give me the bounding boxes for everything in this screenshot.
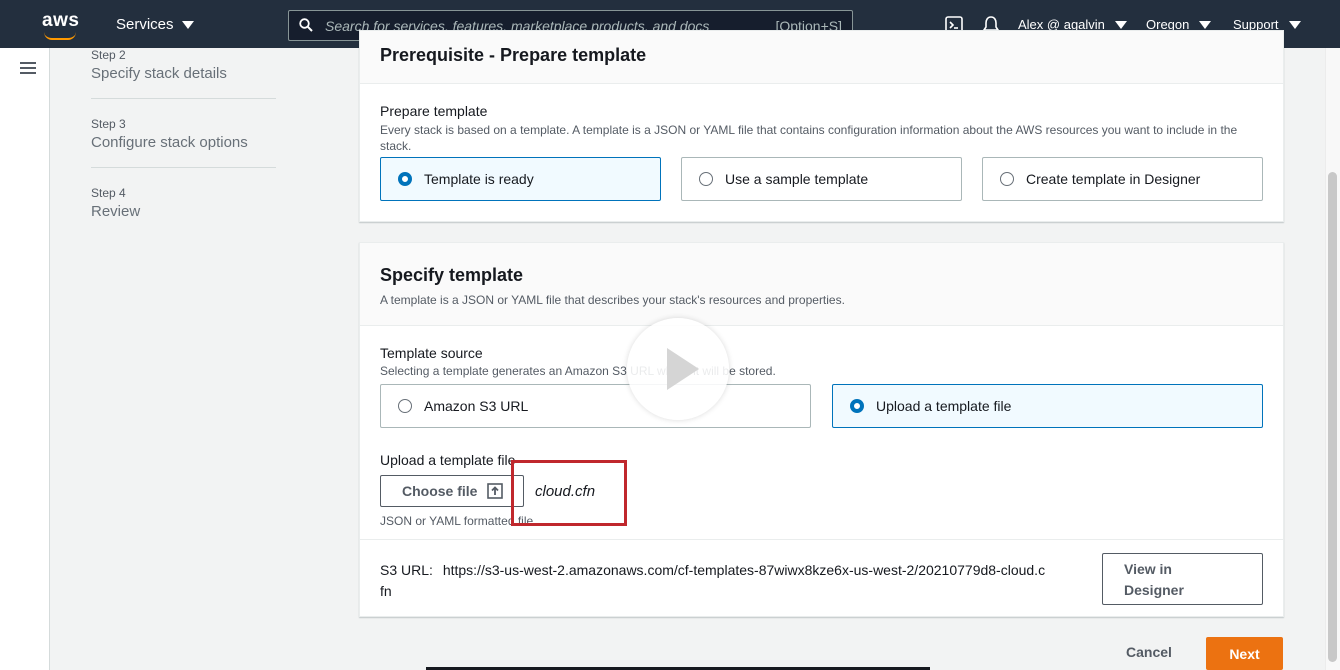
step-name: Review bbox=[91, 203, 141, 220]
radio-unselected-icon bbox=[699, 172, 713, 186]
caret-down-icon bbox=[1114, 20, 1127, 29]
step-name: Configure stack options bbox=[91, 134, 248, 151]
prerequisite-panel: Prerequisite - Prepare template Prepare … bbox=[359, 30, 1284, 222]
cancel-button[interactable]: Cancel bbox=[1126, 644, 1172, 660]
template-source-description: Selecting a template generates an Amazon… bbox=[380, 364, 776, 378]
s3-url-divider bbox=[360, 539, 1283, 540]
option-amazon-s3-url[interactable]: Amazon S3 URL bbox=[380, 384, 811, 428]
radio-selected-icon bbox=[398, 172, 412, 186]
upload-icon bbox=[487, 483, 504, 499]
aws-logo[interactable]: aws bbox=[42, 10, 86, 40]
hamburger-menu-icon[interactable] bbox=[20, 62, 36, 74]
caret-down-icon bbox=[1199, 20, 1212, 29]
radio-unselected-icon bbox=[398, 399, 412, 413]
s3-url-value: https://s3-us-west-2.amazonaws.com/cf-te… bbox=[442, 562, 1046, 578]
view-in-designer-button[interactable]: View in Designer bbox=[1102, 553, 1263, 605]
prerequisite-title: Prerequisite - Prepare template bbox=[380, 45, 647, 65]
prepare-template-description: Every stack is based on a template. A te… bbox=[380, 123, 1238, 153]
aws-logo-text: aws bbox=[42, 10, 80, 31]
video-play-button[interactable] bbox=[627, 318, 729, 420]
option-upload-template-file[interactable]: Upload a template file bbox=[832, 384, 1263, 428]
wizard-steps: Step 2 Specify stack details Step 3 Conf… bbox=[91, 48, 276, 254]
choose-file-label: Choose file bbox=[402, 483, 478, 499]
specify-template-description: A template is a JSON or YAML file that d… bbox=[380, 293, 845, 307]
template-source-label: Template source bbox=[380, 345, 483, 361]
option-label: Use a sample template bbox=[725, 171, 869, 187]
next-button[interactable]: Next bbox=[1206, 637, 1283, 670]
specify-template-header: Specify template A template is a JSON or… bbox=[360, 243, 1283, 326]
option-label: Template is ready bbox=[424, 171, 534, 187]
side-navigation-rail bbox=[0, 48, 50, 670]
option-sample-template[interactable]: Use a sample template bbox=[681, 157, 962, 201]
option-label: Upload a template file bbox=[876, 398, 1012, 414]
s3-url-label: S3 URL: bbox=[380, 562, 433, 578]
caret-down-icon bbox=[1288, 20, 1301, 29]
search-icon bbox=[299, 18, 313, 32]
services-menu[interactable]: Services bbox=[116, 16, 194, 33]
option-label: Create template in Designer bbox=[1026, 171, 1201, 187]
radio-selected-icon bbox=[850, 399, 864, 413]
wizard-step[interactable]: Step 3 Configure stack options bbox=[91, 117, 276, 168]
step-number: Step 3 bbox=[91, 117, 126, 131]
prepare-template-label: Prepare template bbox=[380, 103, 488, 119]
option-template-ready[interactable]: Template is ready bbox=[380, 157, 661, 201]
specify-template-panel: Specify template A template is a JSON or… bbox=[359, 242, 1284, 617]
template-source-field: Template source Selecting a template gen… bbox=[380, 345, 1250, 379]
highlight-annotation-box bbox=[511, 460, 627, 526]
wizard-step[interactable]: Step 4 Review bbox=[91, 186, 276, 236]
option-create-in-designer[interactable]: Create template in Designer bbox=[982, 157, 1263, 201]
prerequisite-header: Prerequisite - Prepare template bbox=[360, 31, 1283, 84]
specify-template-title: Specify template bbox=[380, 265, 524, 285]
view-in-designer-label: View in bbox=[1124, 561, 1172, 577]
scrollbar-thumb[interactable] bbox=[1328, 172, 1337, 662]
s3-url-row: S3 URL: https://s3-us-west-2.amazonaws.c… bbox=[380, 560, 1105, 602]
step-number: Step 4 bbox=[91, 186, 126, 200]
aws-smile-icon bbox=[44, 32, 76, 40]
next-label: Next bbox=[1229, 645, 1260, 662]
wizard-step[interactable]: Step 2 Specify stack details bbox=[91, 48, 276, 99]
choose-file-button[interactable]: Choose file bbox=[380, 475, 524, 507]
option-label: Amazon S3 URL bbox=[424, 398, 529, 414]
step-number: Step 2 bbox=[91, 48, 126, 62]
play-icon bbox=[667, 348, 699, 390]
view-in-designer-label: Designer bbox=[1124, 582, 1184, 598]
step-name: Specify stack details bbox=[91, 65, 227, 82]
prepare-template-field: Prepare template Every stack is based on… bbox=[380, 103, 1250, 154]
radio-unselected-icon bbox=[1000, 172, 1014, 186]
services-label: Services bbox=[116, 16, 174, 33]
caret-down-icon bbox=[181, 20, 194, 29]
s3-url-value-continued: fn bbox=[380, 583, 392, 599]
upload-template-label: Upload a template file bbox=[380, 452, 516, 468]
